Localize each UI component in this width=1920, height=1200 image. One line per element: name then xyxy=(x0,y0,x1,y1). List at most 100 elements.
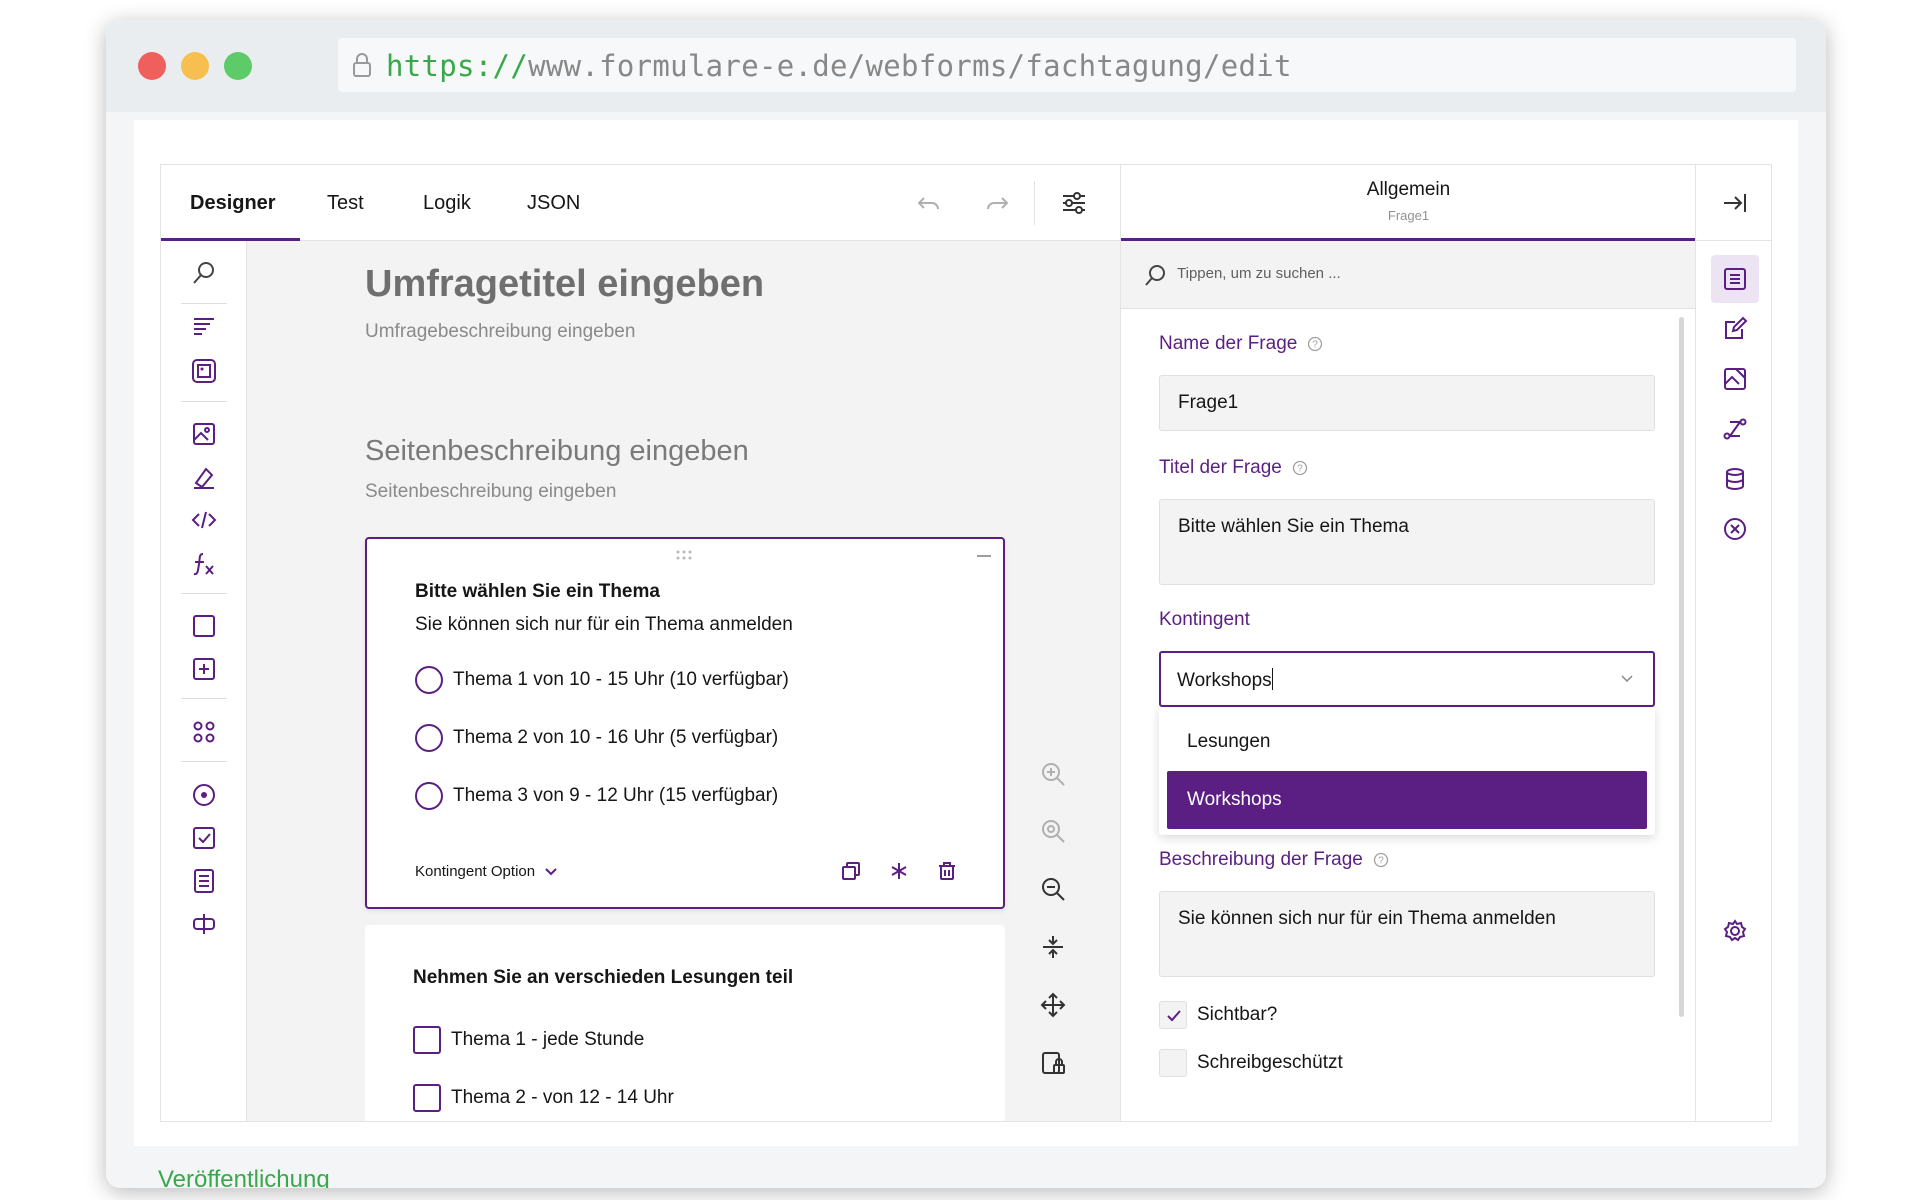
sidebar-settings-button[interactable] xyxy=(1711,907,1759,955)
choice-label[interactable]: Thema 3 von 9 - 12 Uhr (15 verfügbar) xyxy=(453,785,778,807)
undo-icon[interactable] xyxy=(915,189,943,217)
property-search[interactable]: Tippen, um zu suchen ... xyxy=(1121,241,1695,309)
maximize-window-button[interactable] xyxy=(224,52,252,80)
title-label-row: Titel der Frage? xyxy=(1159,457,1308,479)
radio-button[interactable] xyxy=(415,724,443,752)
svg-text:?: ? xyxy=(1313,340,1319,351)
title-textarea[interactable]: Bitte wählen Sie ein Thema xyxy=(1159,499,1655,585)
kontingent-option-label: Kontingent Option xyxy=(415,863,536,880)
checkbox[interactable] xyxy=(413,1026,441,1054)
page-description[interactable]: Seitenbeschreibung eingeben xyxy=(365,481,616,503)
radio-button[interactable] xyxy=(415,666,443,694)
radio-button[interactable] xyxy=(415,782,443,810)
dropdown-list-icon[interactable] xyxy=(190,867,218,895)
question-toolbox xyxy=(161,241,247,1121)
survey-description[interactable]: Umfragebeschreibung eingeben xyxy=(365,321,635,343)
choice-label[interactable]: Thema 2 - von 12 - 14 Uhr xyxy=(451,1087,674,1109)
search-icon xyxy=(1145,265,1165,286)
panel-icon[interactable] xyxy=(190,612,218,640)
design-canvas: Umfragetitel eingeben Umfragebeschreibun… xyxy=(247,241,1120,1121)
sidebar-image-button[interactable] xyxy=(1711,355,1759,403)
collapse-panel-icon[interactable] xyxy=(1721,189,1749,217)
duplicate-icon[interactable] xyxy=(841,861,861,881)
sidebar-validation-button[interactable] xyxy=(1711,505,1759,553)
checkbox-icon[interactable] xyxy=(190,824,218,852)
visible-checkbox[interactable] xyxy=(1159,1001,1187,1029)
dropdown-option-workshops[interactable]: Workshops xyxy=(1167,771,1647,829)
lock-question-icon[interactable] xyxy=(1039,1049,1067,1077)
zoom-out-icon[interactable] xyxy=(1039,875,1067,903)
page-title[interactable]: Seitenbeschreibung eingeben xyxy=(365,435,749,468)
readonly-label: Schreibgeschützt xyxy=(1197,1052,1343,1073)
tab-designer[interactable]: Designer xyxy=(190,165,276,241)
search-placeholder[interactable]: Tippen, um zu suchen ... xyxy=(1177,265,1341,282)
zoom-reset-icon[interactable] xyxy=(1039,817,1067,845)
help-icon[interactable]: ? xyxy=(1373,852,1389,868)
choice-item[interactable]: Thema 1 von 10 - 15 Uhr (10 verfügbar) xyxy=(415,665,789,695)
minimize-window-button[interactable] xyxy=(181,52,209,80)
radiogroup-icon[interactable] xyxy=(190,781,218,809)
rating-scale-icon[interactable] xyxy=(190,910,218,938)
kontingent-select[interactable]: Workshops xyxy=(1159,651,1655,707)
text-lines-icon[interactable] xyxy=(190,313,218,341)
settings-sliders-icon[interactable] xyxy=(1060,189,1088,217)
survey-title[interactable]: Umfragetitel eingeben xyxy=(365,263,764,306)
sidebar-general-button[interactable] xyxy=(1711,255,1759,303)
readonly-checkbox-row[interactable]: Schreibgeschützt xyxy=(1159,1049,1343,1077)
collapse-button[interactable] xyxy=(977,555,991,557)
readonly-checkbox[interactable] xyxy=(1159,1049,1187,1077)
question-description[interactable]: Sie können sich nur für ein Thema anmeld… xyxy=(415,614,793,636)
name-label: Name der Frage xyxy=(1159,333,1298,354)
sidebar-logic-button[interactable] xyxy=(1711,305,1759,353)
question-card[interactable]: Nehmen Sie an verschieden Lesungen teil … xyxy=(365,925,1005,1121)
image-picker-icon[interactable] xyxy=(190,357,218,385)
delete-icon[interactable] xyxy=(937,861,957,881)
kontingent-label: Kontingent xyxy=(1159,609,1250,630)
image-settings-icon xyxy=(1724,368,1746,390)
name-input[interactable]: Frage1 xyxy=(1159,375,1655,431)
question-title[interactable]: Bitte wählen Sie ein Thema xyxy=(415,581,660,603)
question-title[interactable]: Nehmen Sie an verschieden Lesungen teil xyxy=(413,967,793,989)
url-path: www.formulare-e.de/webforms/fachtagung/e… xyxy=(528,49,1292,83)
expand-all-icon[interactable] xyxy=(1039,991,1067,1019)
choice-item[interactable]: Thema 1 - jede Stunde xyxy=(413,1025,644,1055)
redo-icon[interactable] xyxy=(983,189,1011,217)
required-asterisk-icon[interactable] xyxy=(889,861,909,881)
close-window-button[interactable] xyxy=(138,52,166,80)
html-code-icon[interactable] xyxy=(190,506,218,534)
dropdown-option-lesungen[interactable]: Lesungen xyxy=(1167,713,1647,771)
address-bar[interactable]: https://www.formulare-e.de/webforms/fach… xyxy=(338,38,1796,92)
help-icon[interactable]: ? xyxy=(1292,460,1308,476)
image-icon[interactable] xyxy=(190,420,218,448)
sidebar-flow-button[interactable] xyxy=(1711,405,1759,453)
browser-chrome: https://www.formulare-e.de/webforms/fach… xyxy=(106,20,1826,112)
toolbar-divider xyxy=(1034,181,1035,225)
tab-logik[interactable]: Logik xyxy=(423,165,471,241)
choice-label[interactable]: Thema 1 - jede Stunde xyxy=(451,1029,644,1051)
help-icon[interactable]: ? xyxy=(1307,336,1323,352)
choice-label[interactable]: Thema 2 von 10 - 16 Uhr (5 verfügbar) xyxy=(453,727,778,749)
choice-item[interactable]: Thema 2 von 10 - 16 Uhr (5 verfügbar) xyxy=(415,723,778,753)
tab-bar: Designer Test Logik JSON xyxy=(161,165,1120,241)
kontingent-option-dropdown[interactable]: Kontingent Option xyxy=(415,863,557,880)
visible-checkbox-row[interactable]: Sichtbar? xyxy=(1159,1001,1277,1029)
signature-pen-icon[interactable] xyxy=(190,463,218,491)
tab-test[interactable]: Test xyxy=(327,165,364,241)
sidebar-data-button[interactable] xyxy=(1711,455,1759,503)
collapse-all-icon[interactable] xyxy=(1039,933,1067,961)
scrollbar[interactable] xyxy=(1679,317,1684,1017)
question-card-selected[interactable]: Bitte wählen Sie ein Thema Sie können si… xyxy=(365,537,1005,909)
zoom-in-icon[interactable] xyxy=(1039,760,1067,788)
description-textarea[interactable]: Sie können sich nur für ein Thema anmeld… xyxy=(1159,891,1655,977)
chevron-down-icon[interactable] xyxy=(1619,671,1635,687)
checkbox[interactable] xyxy=(413,1084,441,1112)
tab-json[interactable]: JSON xyxy=(527,165,580,241)
choice-label[interactable]: Thema 1 von 10 - 15 Uhr (10 verfügbar) xyxy=(453,669,789,691)
expression-fx-icon[interactable] xyxy=(190,550,218,578)
search-icon[interactable] xyxy=(190,259,218,287)
matrix-dots-icon[interactable] xyxy=(190,718,218,746)
dynamic-panel-icon[interactable] xyxy=(190,655,218,683)
choice-item[interactable]: Thema 3 von 9 - 12 Uhr (15 verfügbar) xyxy=(415,781,778,811)
choice-item[interactable]: Thema 2 - von 12 - 14 Uhr xyxy=(413,1083,674,1113)
drag-handle-icon[interactable] xyxy=(675,549,693,561)
